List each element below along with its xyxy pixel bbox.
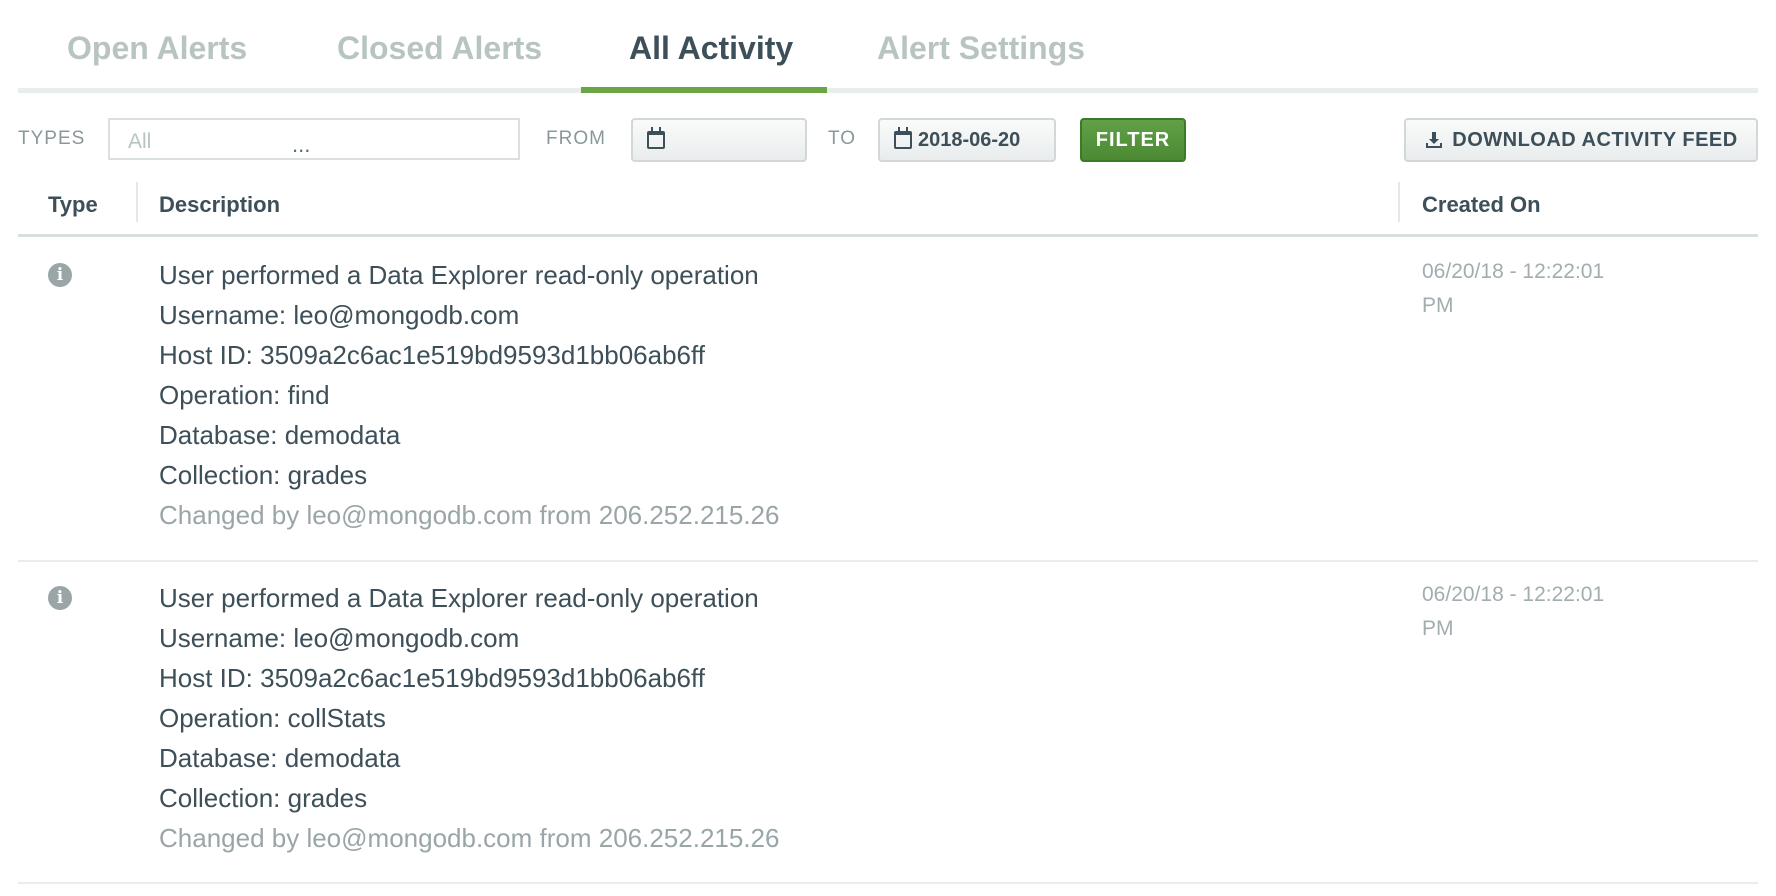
tab-closed-alerts[interactable]: Closed Alerts <box>337 30 542 67</box>
download-button-label: DOWNLOAD ACTIVITY FEED <box>1452 128 1738 151</box>
created-on: 06/20/18 - 12:22:01 PM <box>1422 578 1662 646</box>
event-username: Username: leo@mongodb.com <box>159 300 520 330</box>
created-date: 06/20/18 - 12:22:01 <box>1422 583 1605 606</box>
activity-page: Open Alerts Closed Alerts All Activity A… <box>18 0 1758 884</box>
table-row: i User performed a Data Explorer read-on… <box>18 237 1758 562</box>
event-host-id: Host ID: 3509a2c6ac1e519bd9593d1bb06ab6f… <box>159 340 705 370</box>
created-date: 06/20/18 - 12:22:01 <box>1422 260 1605 283</box>
filter-button[interactable]: FILTER <box>1080 118 1186 162</box>
event-collection: Collection: grades <box>159 460 368 490</box>
event-operation: Operation: collStats <box>159 703 386 733</box>
event-changed-by: Changed by leo@mongodb.com from 206.252.… <box>159 500 780 530</box>
to-date-value: 2018-06-20 <box>918 128 1021 151</box>
from-date-picker[interactable] <box>631 118 807 162</box>
column-divider <box>1398 182 1400 222</box>
event-database: Database: demodata <box>159 743 401 773</box>
column-header-type[interactable]: Type <box>48 192 98 218</box>
event-description: User performed a Data Explorer read-only… <box>159 255 779 535</box>
event-host-id: Host ID: 3509a2c6ac1e519bd9593d1bb06ab6f… <box>159 663 705 693</box>
event-operation: Operation: find <box>159 380 330 410</box>
to-label: TO <box>828 128 857 149</box>
types-more-indicator: ... <box>292 132 311 157</box>
event-description: User performed a Data Explorer read-only… <box>159 578 779 858</box>
tab-alert-settings[interactable]: Alert Settings <box>877 30 1085 67</box>
column-divider <box>136 182 138 222</box>
table-header: Type Description Created On <box>18 180 1758 237</box>
types-placeholder: All <box>128 130 152 153</box>
created-on: 06/20/18 - 12:22:01 PM <box>1422 255 1662 323</box>
calendar-icon <box>894 127 912 149</box>
event-changed-by: Changed by leo@mongodb.com from 206.252.… <box>159 823 780 853</box>
event-title: User performed a Data Explorer read-only… <box>159 583 759 613</box>
types-select[interactable]: All <box>108 118 520 160</box>
event-username: Username: leo@mongodb.com <box>159 623 520 653</box>
event-database: Database: demodata <box>159 420 401 450</box>
from-label: FROM <box>546 128 606 149</box>
event-collection: Collection: grades <box>159 783 368 813</box>
tab-bar: Open Alerts Closed Alerts All Activity A… <box>18 0 1758 93</box>
column-header-description[interactable]: Description <box>159 192 280 218</box>
download-icon <box>1426 132 1443 148</box>
info-icon: i <box>48 263 72 287</box>
download-activity-feed-button[interactable]: DOWNLOAD ACTIVITY FEED <box>1404 118 1758 162</box>
column-header-created-on[interactable]: Created On <box>1422 192 1541 218</box>
tab-open-alerts[interactable]: Open Alerts <box>67 30 247 67</box>
created-ampm: PM <box>1422 617 1454 640</box>
calendar-icon <box>647 127 665 149</box>
types-label: TYPES <box>18 128 86 149</box>
table-row: i User performed a Data Explorer read-on… <box>18 560 1758 884</box>
to-date-picker[interactable]: 2018-06-20 <box>878 118 1056 162</box>
event-title: User performed a Data Explorer read-only… <box>159 260 759 290</box>
active-tab-indicator <box>581 87 827 93</box>
tab-all-activity[interactable]: All Activity <box>629 30 793 67</box>
info-icon: i <box>48 586 72 610</box>
created-ampm: PM <box>1422 294 1454 317</box>
